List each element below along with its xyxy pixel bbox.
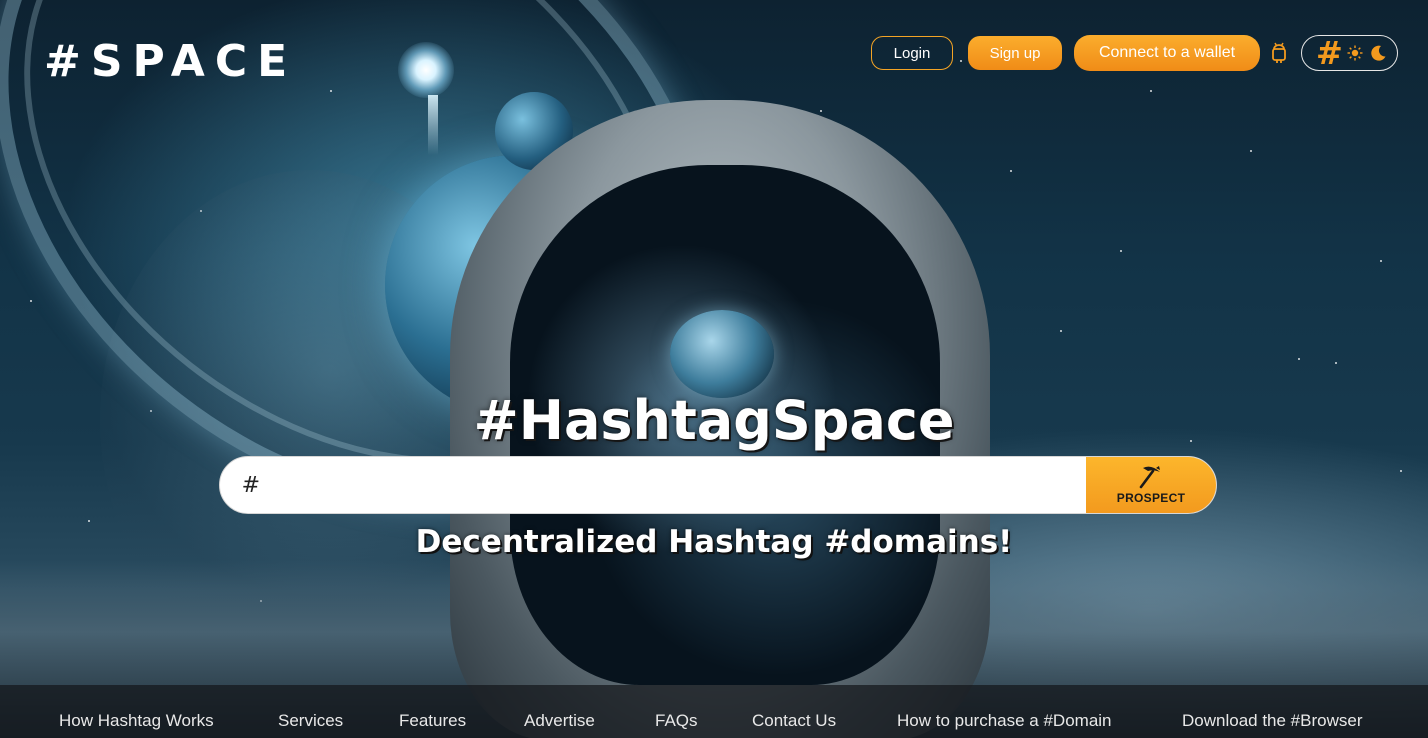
footer-link-services[interactable]: Services: [278, 711, 343, 731]
android-icon[interactable]: [1270, 42, 1288, 64]
background-light-beam: [428, 95, 438, 155]
star: [1150, 90, 1152, 92]
prospect-button[interactable]: PROSPECT: [1086, 457, 1216, 513]
logo[interactable]: #SPACE: [44, 36, 297, 87]
footer-link-purchase-domain[interactable]: How to purchase a #Domain: [897, 711, 1112, 731]
background-star-flare: [398, 42, 454, 98]
star: [1250, 150, 1252, 152]
theme-hash-icon: #: [1316, 34, 1343, 72]
star: [1010, 170, 1012, 172]
prospect-label: PROSPECT: [1116, 491, 1186, 505]
hash-prefix: #: [241, 472, 260, 498]
star: [1400, 470, 1402, 472]
star: [1060, 330, 1062, 332]
star: [820, 110, 822, 112]
footer-link-features[interactable]: Features: [399, 711, 466, 731]
star: [88, 520, 90, 522]
footer-link-faqs[interactable]: FAQs: [655, 711, 698, 731]
domain-search-bar: # PROSPECT: [219, 456, 1217, 514]
signup-button[interactable]: Sign up: [968, 36, 1062, 70]
footer-nav: How Hashtag Works Services Features Adve…: [0, 685, 1428, 738]
hero-title: #HashtagSpace: [473, 389, 955, 452]
connect-wallet-button[interactable]: Connect to a wallet: [1074, 35, 1260, 71]
star: [30, 300, 32, 302]
star: [1335, 362, 1337, 364]
star: [1380, 260, 1382, 262]
sun-icon[interactable]: [1347, 45, 1363, 61]
footer-link-contact-us[interactable]: Contact Us: [752, 711, 836, 731]
header-actions: Login Sign up Connect to a wallet #: [856, 35, 1398, 71]
footer-link-how-hashtag-works[interactable]: How Hashtag Works: [59, 711, 214, 731]
star: [1120, 250, 1122, 252]
moon-icon[interactable]: [1369, 44, 1387, 62]
domain-search-input[interactable]: [260, 457, 1086, 513]
page: #SPACE Login Sign up Connect to a wallet…: [0, 0, 1428, 738]
star: [1298, 358, 1300, 360]
footer-link-advertise[interactable]: Advertise: [524, 711, 595, 731]
footer-link-download-browser[interactable]: Download the #Browser: [1182, 711, 1362, 731]
hooded-figure-orb: [670, 310, 774, 398]
theme-toggle[interactable]: #: [1301, 35, 1398, 71]
login-button[interactable]: Login: [871, 36, 953, 70]
pickaxe-icon: [1139, 466, 1160, 489]
hero-subtitle: Decentralized Hashtag #domains!: [415, 524, 1013, 560]
